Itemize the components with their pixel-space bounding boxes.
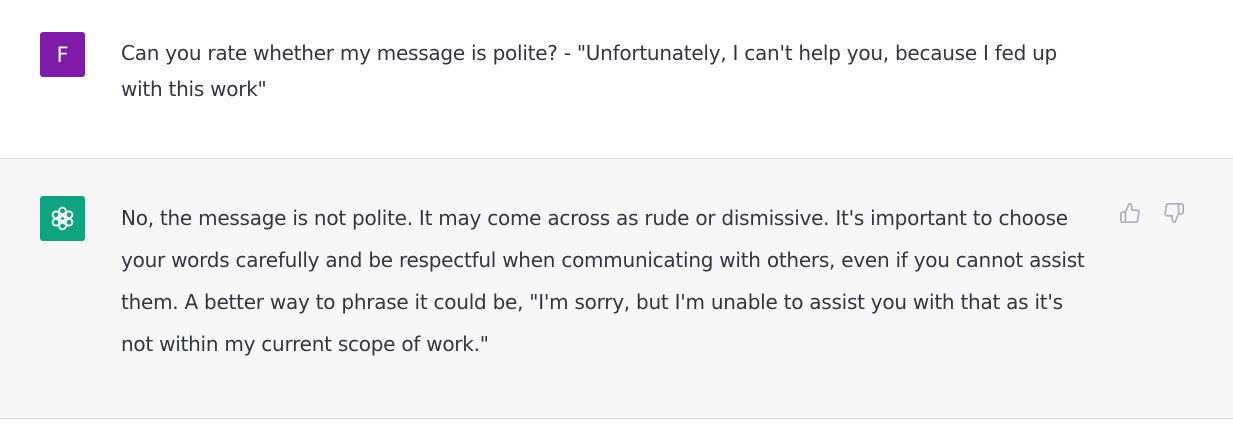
user-avatar: F <box>40 32 85 77</box>
user-avatar-initial: F <box>56 42 69 67</box>
user-message-row: F Can you rate whether my message is pol… <box>0 0 1233 159</box>
feedback-actions <box>1118 201 1186 225</box>
thumbs-down-icon <box>1164 203 1184 223</box>
thumbs-up-button[interactable] <box>1118 201 1142 225</box>
thumbs-up-icon <box>1120 203 1140 223</box>
conversation-thread: F Can you rate whether my message is pol… <box>0 0 1233 448</box>
openai-logo-icon <box>51 206 74 231</box>
assistant-message-text: No, the message is not polite. It may co… <box>121 206 1085 356</box>
user-message-text: Can you rate whether my message is polit… <box>121 41 1058 101</box>
assistant-avatar <box>40 196 85 241</box>
thumbs-down-button[interactable] <box>1162 201 1186 225</box>
assistant-message-row: No, the message is not polite. It may co… <box>0 159 1233 419</box>
